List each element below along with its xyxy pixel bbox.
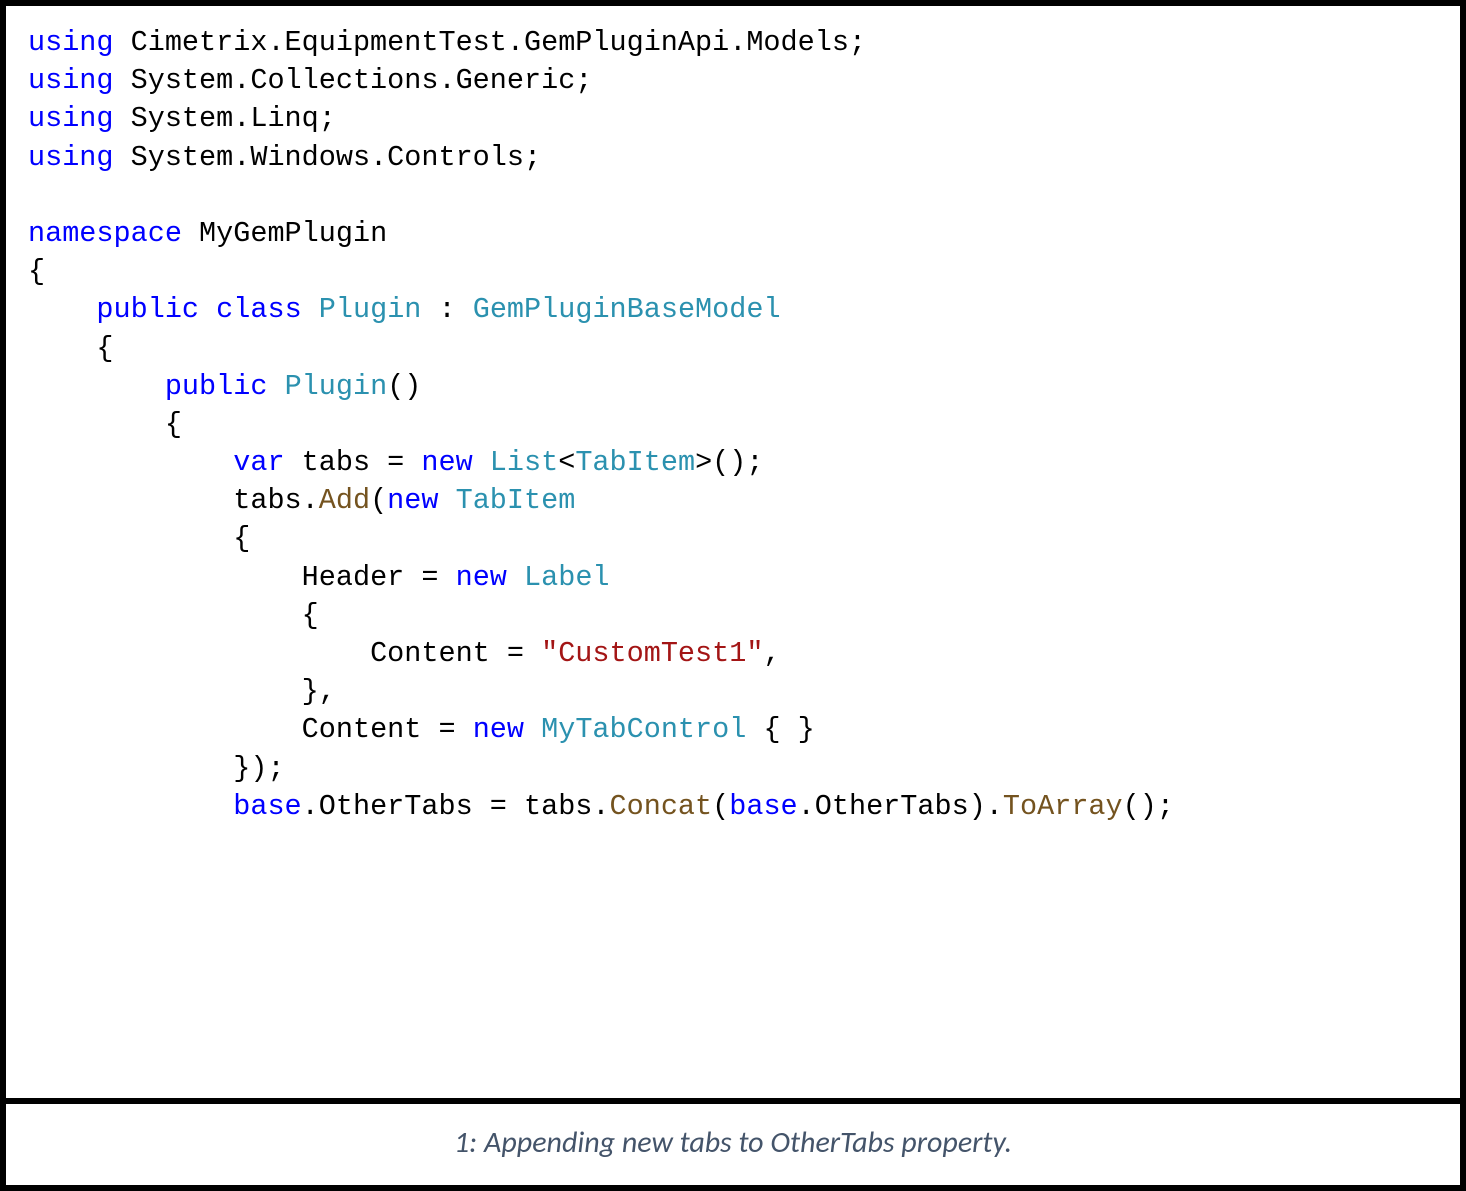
indent: [28, 293, 96, 326]
keyword-new: new: [473, 713, 524, 746]
keyword-public: public: [165, 370, 268, 403]
code-text: .OtherTabs = tabs.: [302, 790, 610, 823]
member-add: Add: [319, 484, 370, 517]
code-text: },: [28, 675, 336, 708]
keyword-base: base: [233, 790, 301, 823]
indent: [28, 446, 233, 479]
type-mytabcontrol: MyTabControl: [541, 713, 746, 746]
keyword-var: var: [233, 446, 284, 479]
comma: ,: [763, 637, 780, 670]
code-text: {: [28, 522, 250, 555]
code-text: Header =: [302, 561, 456, 594]
keyword-using: using: [28, 26, 114, 59]
code-text: tabs.: [233, 484, 319, 517]
keyword-using: using: [28, 64, 114, 97]
space: [267, 370, 284, 403]
paren: (: [712, 790, 729, 823]
code-text: tabs =: [285, 446, 422, 479]
code-text: Content =: [370, 637, 541, 670]
namespace-ref: System.Linq;: [114, 102, 336, 135]
parens: (): [387, 370, 421, 403]
indent: [28, 370, 165, 403]
indent: [28, 561, 302, 594]
keyword-new: new: [421, 446, 472, 479]
space: [507, 561, 524, 594]
keyword-using: using: [28, 141, 114, 174]
base-class-name: GemPluginBaseModel: [473, 293, 781, 326]
member-concat: Concat: [610, 790, 713, 823]
namespace-name: MyGemPlugin: [182, 217, 387, 250]
brace: {: [165, 408, 182, 441]
code-text: {: [28, 599, 319, 632]
figure-caption: 1: Appending new tabs to OtherTabs prope…: [454, 1124, 1012, 1161]
code-panel: using Cimetrix.EquipmentTest.GemPluginAp…: [6, 6, 1460, 1104]
type-label: Label: [524, 561, 610, 594]
code-text: ();: [1123, 790, 1174, 823]
member-toarray: ToArray: [1003, 790, 1123, 823]
code-text: Content =: [302, 713, 473, 746]
keyword-class: class: [216, 293, 302, 326]
code-text: { }: [746, 713, 814, 746]
indent: [28, 484, 233, 517]
keyword-new: new: [456, 561, 507, 594]
keyword-namespace: namespace: [28, 217, 182, 250]
space: [199, 293, 216, 326]
code-text: });: [28, 752, 285, 785]
space: [473, 446, 490, 479]
brace: {: [28, 255, 45, 288]
code-block: using Cimetrix.EquipmentTest.GemPluginAp…: [28, 24, 1442, 826]
indent: [28, 790, 233, 823]
space: [524, 713, 541, 746]
keyword-public: public: [96, 293, 199, 326]
class-name: Plugin: [319, 293, 422, 326]
keyword-base: base: [729, 790, 797, 823]
indent: [28, 713, 302, 746]
string-literal: "CustomTest1": [541, 637, 763, 670]
space: [302, 293, 319, 326]
keyword-new: new: [387, 484, 438, 517]
type-list: List: [490, 446, 558, 479]
indent: [28, 332, 96, 365]
indent: [28, 408, 165, 441]
constructor-name: Plugin: [285, 370, 388, 403]
angle-bracket: <: [558, 446, 575, 479]
indent: [28, 637, 370, 670]
namespace-ref: System.Windows.Controls;: [114, 141, 542, 174]
code-text: >();: [695, 446, 763, 479]
colon: :: [421, 293, 472, 326]
type-tabitem: TabItem: [575, 446, 695, 479]
keyword-using: using: [28, 102, 114, 135]
namespace-ref: Cimetrix.EquipmentTest.GemPluginApi.Mode…: [114, 26, 867, 59]
space: [438, 484, 455, 517]
type-tabitem: TabItem: [456, 484, 576, 517]
paren: (: [370, 484, 387, 517]
brace: {: [96, 332, 113, 365]
figure-frame: using Cimetrix.EquipmentTest.GemPluginAp…: [0, 0, 1466, 1191]
caption-panel: 1: Appending new tabs to OtherTabs prope…: [6, 1104, 1460, 1185]
namespace-ref: System.Collections.Generic;: [114, 64, 593, 97]
code-text: .OtherTabs).: [798, 790, 1003, 823]
